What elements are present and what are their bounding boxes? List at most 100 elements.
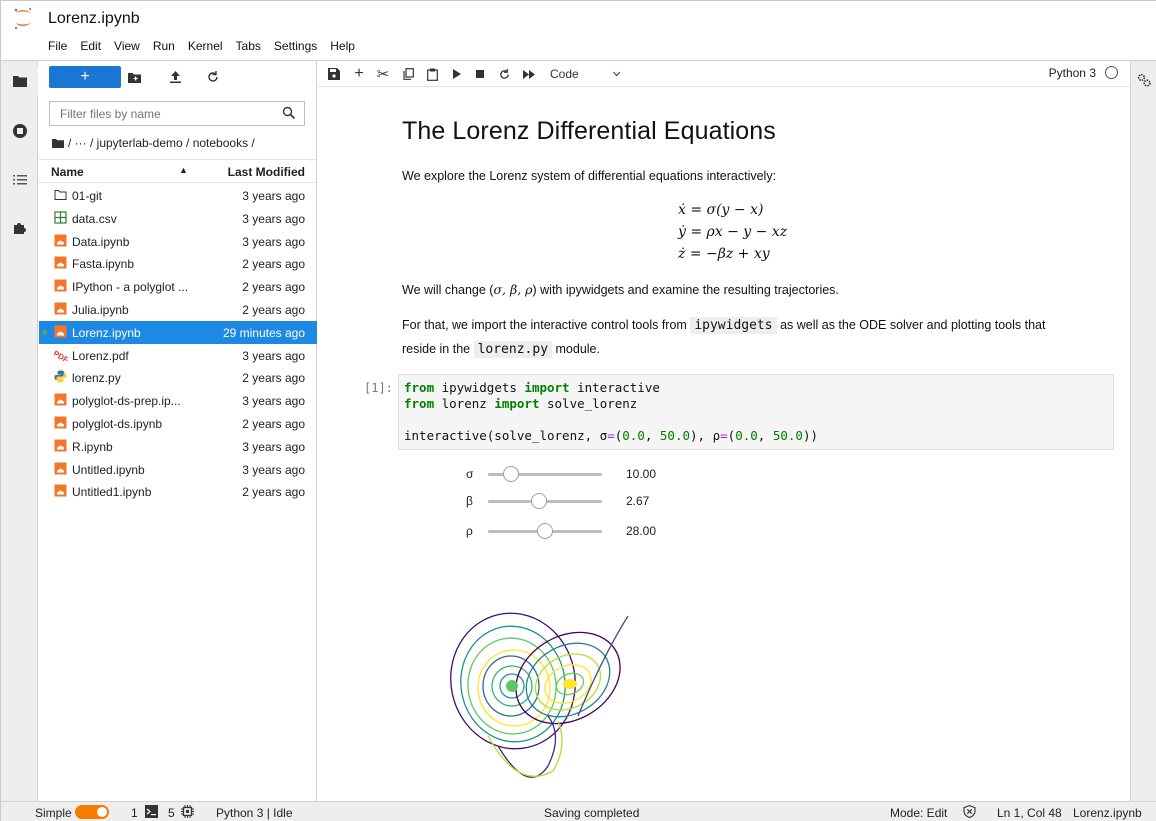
cell-type-select[interactable]: Code	[550, 65, 620, 83]
file-row[interactable]: Untitled1.ipynb 2 years ago	[39, 480, 317, 503]
file-modified: 3 years ago	[242, 439, 305, 454]
terminal-count[interactable]: 1	[131, 806, 138, 820]
menu-kernel[interactable]: Kernel	[188, 39, 229, 53]
simple-mode-label: Simple	[35, 806, 72, 820]
slider-widget: β 2.67	[438, 491, 698, 511]
copy-icon[interactable]	[400, 65, 416, 83]
slider-value: 10.00	[626, 467, 657, 481]
menu-settings[interactable]: Settings	[274, 39, 323, 53]
file-row[interactable]: polyglot-ds.ipynb 2 years ago	[39, 412, 317, 435]
sort-caret-up-icon[interactable]: ▲	[179, 165, 188, 175]
menu-tabs[interactable]: Tabs	[236, 39, 267, 53]
document-title: Lorenz.ipynb	[48, 10, 140, 27]
file-row[interactable]: lorenz.py 2 years ago	[39, 366, 317, 389]
notebook-icon	[54, 279, 68, 293]
running-sessions-icon[interactable]	[1, 116, 38, 146]
file-modified: 3 years ago	[242, 211, 305, 226]
menu-view[interactable]: View	[114, 39, 146, 53]
property-inspector-gear-icon[interactable]	[1137, 73, 1151, 87]
file-modified: 3 years ago	[242, 348, 305, 363]
slider-handle[interactable]	[531, 493, 548, 509]
column-modified-header[interactable]: Last Modified	[228, 165, 305, 179]
file-row[interactable]: Untitled.ipynb 3 years ago	[39, 458, 317, 481]
file-modified: 3 years ago	[242, 394, 305, 409]
file-modified: 3 years ago	[242, 189, 305, 203]
file-row[interactable]: data.csv 3 years ago	[39, 207, 317, 230]
cell-type-value: Code	[550, 67, 579, 81]
file-row[interactable]: Julia.ipynb 2 years ago	[39, 298, 317, 321]
simple-mode-toggle[interactable]	[75, 805, 109, 819]
right-sidebar-rail	[1130, 61, 1156, 801]
kernel-status[interactable]: Python 3 | Idle	[216, 806, 293, 820]
run-all-icon[interactable]	[520, 65, 538, 83]
kernel-count[interactable]: 5	[168, 806, 175, 820]
file-row[interactable]: 01-git 3 years ago	[39, 184, 317, 207]
slider-label: σ	[466, 467, 474, 481]
file-modified: 2 years ago	[242, 371, 305, 386]
notebook-icon	[54, 234, 68, 248]
menu-edit[interactable]: Edit	[80, 39, 107, 53]
extensions-icon[interactable]	[1, 213, 38, 243]
import-pre2: reside in the	[402, 342, 474, 356]
trusted-shield-icon[interactable]	[963, 805, 976, 821]
paste-icon[interactable]	[424, 65, 440, 83]
python-icon	[54, 370, 68, 384]
column-name-header[interactable]: Name	[51, 165, 84, 179]
menu-run[interactable]: Run	[153, 39, 181, 53]
slider-handle[interactable]	[537, 523, 553, 539]
status-bar: Simple 1 5 Python 3 | Idle Saving comple…	[1, 801, 1156, 821]
new-launcher-button[interactable]: +	[49, 66, 121, 88]
file-row[interactable]: IPython - a polyglot ... 2 years ago	[39, 275, 317, 298]
slider-label: β	[466, 494, 473, 508]
equation-y: ẏ = ρx − y − xz	[678, 224, 788, 240]
file-row[interactable]: PDF Lorenz.pdf 3 years ago	[39, 344, 317, 367]
menu-help[interactable]: Help	[330, 39, 361, 53]
running-indicator-icon	[42, 329, 47, 335]
upload-icon[interactable]	[165, 67, 185, 87]
left-sidebar-rail	[1, 61, 38, 801]
table-of-contents-icon[interactable]	[1, 165, 38, 195]
file-modified: 2 years ago	[242, 416, 305, 431]
file-name: Untitled1.ipynb	[72, 485, 152, 500]
kernel-name[interactable]: Python 3	[1049, 66, 1096, 80]
menu-file[interactable]: File	[48, 39, 73, 53]
file-filter-input[interactable]	[60, 106, 280, 122]
file-name: Fasta.ipynb	[72, 257, 135, 272]
file-row[interactable]: Data.ipynb 3 years ago	[39, 230, 317, 253]
file-name: Julia.ipynb	[72, 302, 129, 317]
cut-icon[interactable]: ✂	[375, 65, 391, 83]
notebook-icon	[54, 256, 68, 270]
file-row[interactable]: polyglot-ds-prep.ip... 3 years ago	[39, 389, 317, 412]
notebook-icon	[54, 462, 68, 476]
new-folder-icon[interactable]	[124, 67, 144, 87]
file-row[interactable]: R.ipynb 3 years ago	[39, 435, 317, 458]
notebook-icon	[54, 325, 68, 339]
folder-tab-icon[interactable]	[1, 66, 38, 96]
file-row[interactable]: Lorenz.ipynb 29 minutes ago	[39, 320, 317, 344]
intro-text: We explore the Lorenz system of differen…	[402, 169, 777, 183]
folder-icon	[54, 188, 68, 202]
cursor-position[interactable]: Ln 1, Col 48	[997, 806, 1062, 820]
save-icon[interactable]	[326, 65, 342, 83]
breadcrumb-path[interactable]: / ··· / jupyterlab-demo / notebooks /	[68, 136, 255, 150]
slider-handle[interactable]	[502, 466, 519, 482]
stop-icon[interactable]	[472, 65, 488, 83]
slider-widget: ρ 28.00	[438, 521, 698, 541]
restart-kernel-icon[interactable]	[496, 65, 512, 83]
code-line-1: from ipywidgets import interactive	[404, 380, 660, 395]
file-modified: 2 years ago	[242, 280, 305, 295]
insert-cell-icon[interactable]: +	[351, 65, 367, 83]
status-filename: Lorenz.ipynb	[1073, 806, 1142, 820]
file-row[interactable]: Fasta.ipynb 2 years ago	[39, 252, 317, 275]
jupyterlab-window: Lorenz.ipynb File Edit View Run Kernel T…	[0, 0, 1156, 821]
code-cell-editor[interactable]: from ipywidgets import interactive from …	[398, 374, 1114, 450]
folder-icon[interactable]	[52, 138, 64, 148]
inline-code-lorenz-py: lorenz.py	[473, 341, 553, 358]
file-modified: 3 years ago	[242, 462, 305, 477]
refresh-icon[interactable]	[203, 67, 223, 87]
run-icon[interactable]	[449, 65, 465, 83]
lorenz-attractor-plot	[450, 612, 629, 778]
file-modified: 29 minutes ago	[222, 325, 305, 340]
inline-code-ipywidgets: ipywidgets	[690, 317, 777, 334]
search-icon	[282, 106, 296, 120]
